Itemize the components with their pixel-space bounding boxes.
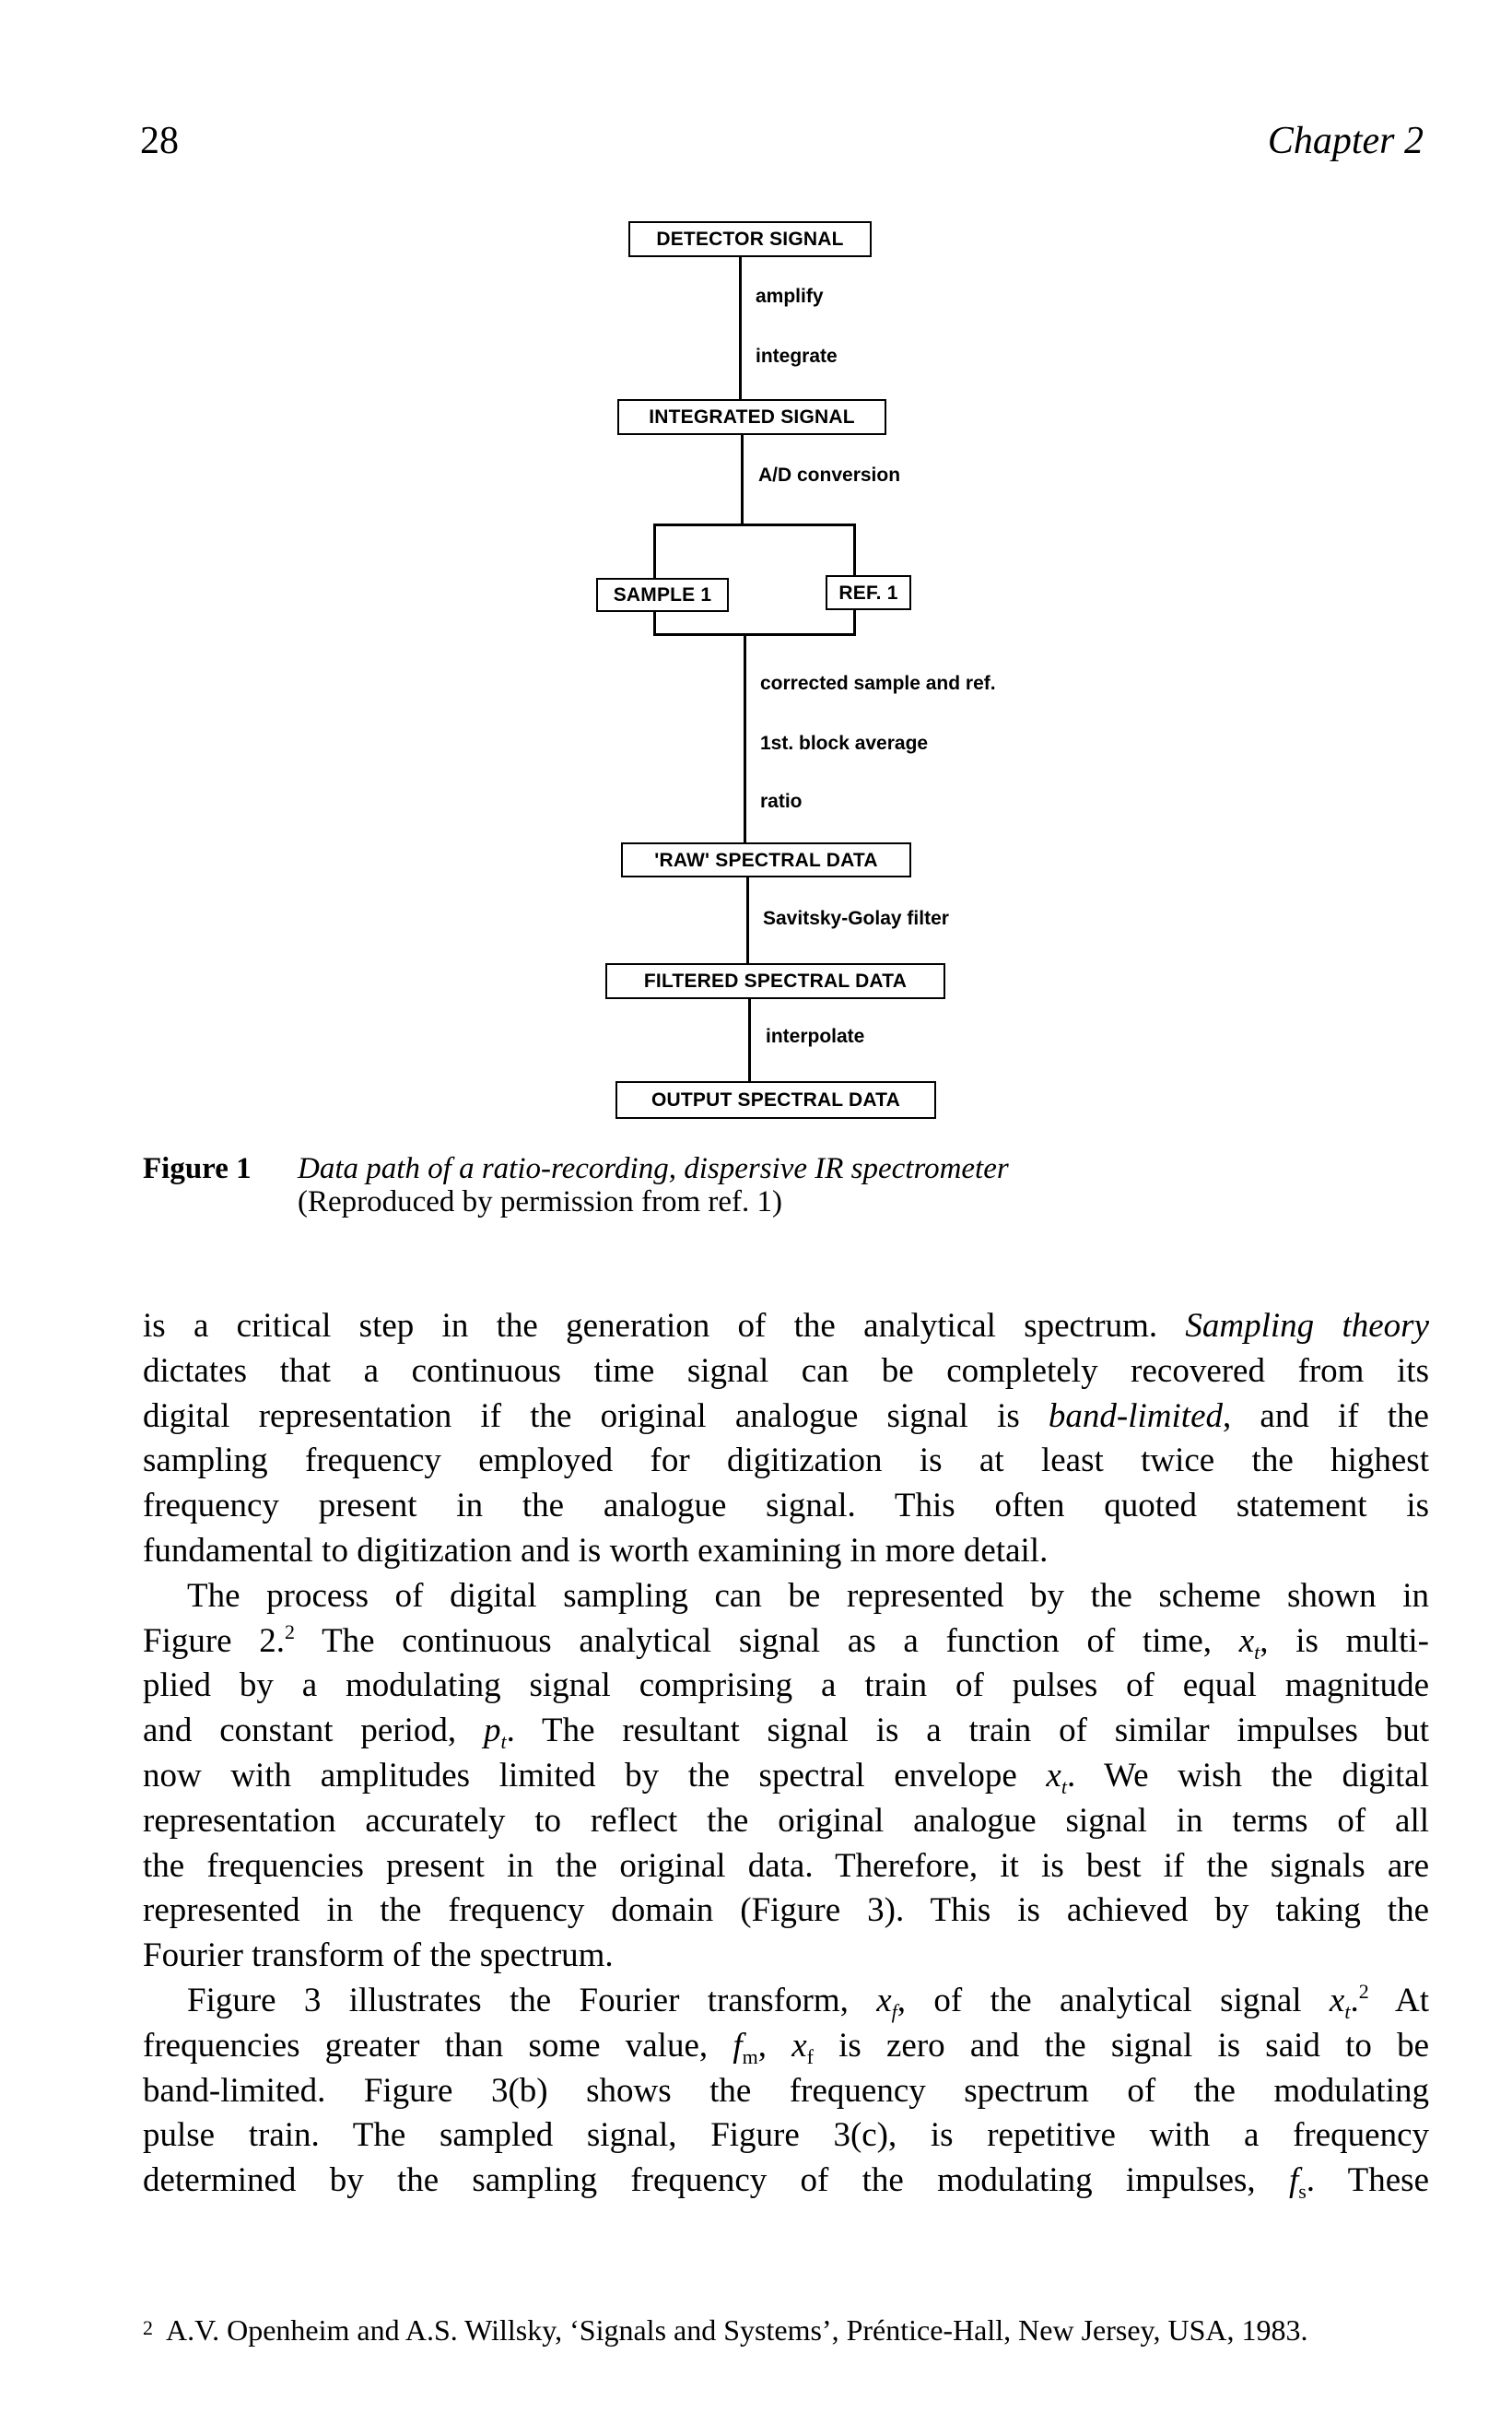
- text-line: frequencies greater than some value, fm,…: [143, 2024, 1429, 2069]
- text-line: Figure 2.2 The continuous analytical sig…: [143, 1619, 1429, 1665]
- text-line: dictates that a continuous time signal c…: [143, 1349, 1429, 1395]
- text-line: represented in the frequency domain (Fig…: [143, 1889, 1429, 1934]
- text-line: the frequencies present in the original …: [143, 1844, 1429, 1889]
- footnote: 2 A.V. Openheim and A.S. Willsky, ‘Signal…: [143, 2310, 1307, 2348]
- math-subscript: s: [1298, 2180, 1307, 2204]
- data-path-flowchart: DETECTOR SIGNAL INTEGRATED SIGNAL SAMPLE…: [0, 0, 1512, 1143]
- text-run: frequencies greater than some value,: [143, 2026, 733, 2065]
- emphasis-sampling-theory: Sampling theory: [1185, 1307, 1429, 1345]
- math-var: x: [1046, 1756, 1061, 1795]
- text-run: .: [1350, 1981, 1359, 2019]
- text-run: sampling frequency employed for digitiza…: [143, 1442, 1429, 1480]
- box-output-spectral-data: OUTPUT SPECTRAL DATA: [615, 1081, 936, 1119]
- math-subscript: f: [806, 2044, 814, 2068]
- text-line: digital representation if the original a…: [143, 1395, 1429, 1440]
- text-run: fundamental to digitization and is worth…: [143, 1531, 1049, 1570]
- text-run: pulse train. The sampled signal, Figure …: [143, 2116, 1429, 2155]
- footnote-ref[interactable]: 2: [285, 1620, 295, 1643]
- text-line: Fourier transform of the spectrum.: [143, 1934, 1429, 1979]
- math-subscript: m: [742, 2044, 758, 2068]
- text-run: . These: [1306, 2161, 1429, 2200]
- step-ad-conversion: A/D conversion: [758, 465, 901, 486]
- step-savitsky-golay-filter: Savitsky-Golay filter: [763, 908, 949, 929]
- text-run: , is multi-: [1260, 1621, 1430, 1660]
- text-run: The continuous analytical signal as a fu…: [295, 1621, 1239, 1660]
- math-var: f: [1288, 2161, 1299, 2200]
- text-run: determined by the sampling frequency of …: [143, 2161, 1289, 2200]
- text-line: Figure 3 illustrates the Fourier transfo…: [143, 1979, 1429, 2024]
- footnote-ref[interactable]: 2: [1359, 1980, 1369, 2003]
- footnote-mark: 2: [143, 2316, 153, 2339]
- box-filtered-spectral-data: FILTERED SPECTRAL DATA: [605, 963, 945, 999]
- text-run: is a critical step in the generation of …: [143, 1307, 1186, 1345]
- text-run: . We wish the digital: [1066, 1756, 1429, 1795]
- text-run: is zero and the signal is said to be: [813, 2026, 1429, 2065]
- connector-line: [746, 876, 749, 964]
- text-run: The process of digital sampling can be r…: [187, 1576, 1429, 1615]
- text-line: and constant period, pt. The resultant s…: [143, 1709, 1429, 1754]
- branch-line-top: [653, 524, 856, 526]
- connector-line: [741, 434, 744, 525]
- text-run: band-limited. Figure 3(b) shows the freq…: [143, 2071, 1429, 2110]
- text-line: representation accurately to reflect the…: [143, 1799, 1429, 1844]
- text-run: represented in the frequency domain (Fig…: [143, 1891, 1429, 1930]
- body-text: is a critical step in the generation of …: [143, 1304, 1429, 2204]
- step-integrate: integrate: [756, 346, 838, 367]
- math-var: p: [483, 1712, 501, 1750]
- text-run: ,: [757, 2026, 792, 2065]
- step-corrected-sample-and-ref: corrected sample and ref.: [760, 673, 996, 694]
- text-line: fundamental to digitization and is worth…: [143, 1529, 1429, 1574]
- text-run: and constant period,: [143, 1712, 484, 1750]
- box-ref-1: REF. 1: [826, 575, 911, 610]
- box-sample-1: SAMPLE 1: [596, 578, 729, 612]
- connector-line: [744, 634, 746, 843]
- step-interpolate: interpolate: [766, 1026, 865, 1047]
- text-run: Figure 2.: [143, 1621, 286, 1660]
- connector-line: [739, 255, 742, 400]
- text-run: now with amplitudes limited by the spect…: [143, 1756, 1047, 1795]
- connector-line: [748, 998, 751, 1082]
- text-line: sampling frequency employed for digitiza…: [143, 1439, 1429, 1484]
- math-var: x: [1329, 1981, 1345, 2019]
- figure-credit: (Reproduced by permission from ref. 1): [298, 1185, 783, 1218]
- text-run: frequency present in the analogue signal…: [143, 1487, 1429, 1525]
- text-line: is a critical step in the generation of …: [143, 1304, 1429, 1349]
- text-line: The process of digital sampling can be r…: [143, 1574, 1429, 1619]
- text-run: dictates that a continuous time signal c…: [143, 1351, 1429, 1390]
- box-raw-spectral-data: 'RAW' SPECTRAL DATA: [621, 842, 911, 877]
- box-integrated-signal: INTEGRATED SIGNAL: [617, 399, 886, 435]
- text-run: At: [1368, 1981, 1429, 2019]
- branch-line-bottom: [653, 633, 856, 636]
- text-run: digital representation if the original a…: [143, 1396, 1049, 1435]
- text-run: representation accurately to reflect the…: [143, 1801, 1429, 1840]
- text-run: , of the analytical signal: [897, 1981, 1330, 2019]
- footnote-text: A.V. Openheim and A.S. Willsky, ‘Signals…: [166, 2313, 1308, 2347]
- text-run: the frequencies present in the original …: [143, 1846, 1429, 1885]
- text-line: pulse train. The sampled signal, Figure …: [143, 2113, 1429, 2159]
- emphasis-band-limited: band-limited: [1048, 1396, 1224, 1435]
- step-amplify: amplify: [756, 286, 824, 307]
- text-run: Figure 3 illustrates the Fourier transfo…: [187, 1981, 877, 2019]
- figure-title: Data path of a ratio-recording, dispersi…: [298, 1152, 1009, 1185]
- text-run: Fourier transform of the spectrum.: [143, 1936, 614, 1975]
- text-run: plied by a modulating signal comprising …: [143, 1666, 1429, 1705]
- text-run: . The resultant signal is a train of sim…: [506, 1712, 1429, 1750]
- figure-label: Figure 1: [143, 1152, 252, 1185]
- text-line: determined by the sampling frequency of …: [143, 2159, 1429, 2204]
- step-ratio: ratio: [760, 791, 803, 812]
- text-line: now with amplitudes limited by the spect…: [143, 1754, 1429, 1799]
- text-line: plied by a modulating signal comprising …: [143, 1664, 1429, 1709]
- math-var: x: [1238, 1621, 1255, 1660]
- math-var: x: [876, 1981, 892, 2019]
- step-block-average: 1st. block average: [760, 733, 929, 754]
- math-var: f: [733, 2026, 743, 2065]
- box-detector-signal: DETECTOR SIGNAL: [628, 221, 872, 257]
- text-run: , and if the: [1223, 1396, 1429, 1435]
- text-line: band-limited. Figure 3(b) shows the freq…: [143, 2069, 1429, 2114]
- text-line: frequency present in the analogue signal…: [143, 1484, 1429, 1529]
- math-var: x: [791, 2026, 807, 2065]
